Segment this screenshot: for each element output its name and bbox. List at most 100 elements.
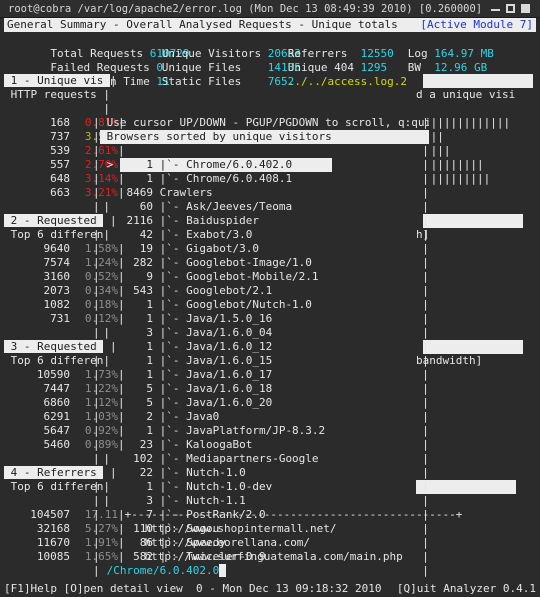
dialog-row-body: 110 |`- Sogou [100,522,429,536]
browser-entry[interactable]: 1 |`- JavaPlatform/JP-8.3.2 [120,424,332,437]
dialog-border-left: | [93,480,100,493]
dialog-list-item[interactable]: | 1 |`- Googlebot/Nutch-1.0 [93,298,429,312]
dialog-list-item[interactable]: | 1 |`- Nutch-1.0-dev [93,480,429,494]
right-fragment: ||||||||| [431,172,491,186]
dialog-list-item[interactable]: | 22 |`- Nutch-1.0 [93,466,429,480]
dialog-list-item[interactable]: | > 1 |`- Chrome/6.0.402.0 [93,158,429,172]
browser-entry[interactable]: 5 |`- Java/1.6.0_20 [120,396,332,409]
browser-entry[interactable]: 1 |`- Java/1.6.0_12 [120,340,332,353]
dialog-list-item[interactable]: | 282 |`- Googlebot-Image/1.0 [93,256,429,270]
browser-entry[interactable]: 1 |`- Chrome/6.0.408.1 [120,172,332,185]
browser-entry[interactable]: 3 |`- Nutch-1.1 [120,494,332,507]
browser-entry[interactable]: 60 |`- Ask/Jeeves/Teoma [120,200,332,213]
right-fragment: |||||||| [431,158,484,172]
browser-entry[interactable]: 1 |`- Googlebot/Nutch-1.0 [120,298,332,311]
right-fragment [422,214,523,228]
dialog-list-item[interactable]: | 9 |`- Googlebot-Mobile/2.1 [93,270,429,284]
browser-entry[interactable]: 1 |`- Chrome/6.0.402.0 [119,158,332,172]
dialog-row-body: 1 |`- Java/1.6.0_12 [100,340,429,354]
dialog-list-item[interactable]: | 582 |`- Twiceler-0.9 [93,550,429,564]
dialog-list-item[interactable]: | 1 |`- JavaPlatform/JP-8.3.2 [93,424,429,438]
stat-count: 32168 [17,522,70,535]
section-header[interactable]: 2 - Requested [4,214,104,227]
dialog-list-item[interactable]: | 5 |`- Java/1.6.0_18 [93,382,429,396]
browser-entry[interactable]: 543 |`- Googlebot/2.1 [120,284,332,297]
dialog-row-body: 2116 |`- Baiduspider [100,214,429,228]
stat-count: 7447 [17,382,71,395]
stat-count: 2073 [17,284,71,297]
section-header[interactable]: 3 - Requested [4,340,104,353]
browser-entry[interactable]: 9 |`- Googlebot-Mobile/2.1 [120,270,332,283]
selection-marker [100,466,120,479]
browser-entry[interactable]: 23 |`- KaloogaBot [120,438,332,451]
dialog-list-item[interactable]: | 2 |`- Java0 [93,410,429,424]
panel-divider: | [103,102,110,115]
dialog-border-left: | [93,284,100,297]
stat-count: 10590 [17,368,70,381]
browser-entry[interactable]: 1 |`- Java/1.5.0_16 [120,312,332,325]
dialog-list-item[interactable]: | 5 |`- Java/1.6.0_20 [93,396,429,410]
browser-entry[interactable]: 42 |`- Exabot/3.0 [120,228,332,241]
dialog-list-item[interactable]: | 23 |`- KaloogaBot [93,438,429,452]
dialog-row-body: 543 |`- Googlebot/2.1 [100,284,429,298]
dialog-list-item[interactable]: | 8469 Crawlers [93,186,429,200]
unique-404-value: 1295 [360,61,388,74]
dialog-border-left: | [93,522,100,535]
browser-entry[interactable]: 3 |`- Java/1.6.0_04 [120,326,332,339]
browser-entry[interactable]: 2116 |`- Baiduspider [120,214,332,227]
search-input[interactable]: /Chrome/6.0.402.0 [100,564,220,577]
selection-marker [100,298,120,311]
dialog-list-item[interactable]: | 1 |`- Java/1.6.0_15 [93,354,429,368]
dialog-list-item[interactable]: | 1 |`- Chrome/6.0.408.1 [93,172,429,186]
stat-count: 731 [17,312,70,325]
selection-marker [100,522,120,535]
browser-entry[interactable]: 2 |`- Java0 [120,410,332,423]
dialog-border-left: | [93,186,100,199]
browser-entry[interactable]: 102 |`- Mediapartners-Google [120,452,332,465]
dialog-list-item[interactable]: | 42 |`- Exabot/3.0 [93,228,429,242]
dialog-list-item[interactable]: | 2116 |`- Baiduspider [93,214,429,228]
dialog-border-left: | [93,242,100,255]
dialog-list-item[interactable]: | 3 |`- Java/1.6.0_04 [93,326,429,340]
dialog-list-item[interactable]: | 60 |`- Ask/Jeeves/Teoma [93,200,429,214]
right-text: || [430,130,444,143]
browser-entry[interactable]: 110 |`- Sogou [120,522,332,535]
browser-entry[interactable]: 19 |`- Gigabot/3.0 [120,242,332,255]
dialog-row-body: 23 |`- KaloogaBot [100,438,429,452]
dialog-border-left: | [93,312,100,325]
dialog-list-item[interactable]: | 102 |`- Mediapartners-Google [93,452,429,466]
browser-entry[interactable]: 22 |`- Nutch-1.0 [120,466,332,479]
browsers-dialog[interactable]: | Use cursor UP/DOWN - PGUP/PGDOWN to sc… [93,116,429,578]
section-header[interactable]: 1 - Unique vis [4,74,110,87]
dialog-list-item[interactable]: | 1 |`- Java/1.5.0_16 [93,312,429,326]
maximize-icon[interactable] [506,4,515,13]
section-subtitle: Top 6 differen [4,228,104,241]
browser-entry[interactable]: 8469 Crawlers [120,186,332,199]
browser-entry[interactable]: 86 |`- Speedy [120,536,332,549]
dialog-row-body: Use cursor UP/DOWN - PGUP/PGDOWN to scro… [100,116,429,130]
dialog-row-body: 19 |`- Gigabot/3.0 [100,242,429,256]
dialog-list-item[interactable]: | 19 |`- Gigabot/3.0 [93,242,429,256]
close-icon[interactable] [521,4,530,13]
minimize-icon[interactable] [491,9,500,11]
browser-entry[interactable]: 7 |`- PostRank/2.0 [120,508,332,521]
dialog-border-left: | [93,214,100,227]
dialog-list-item[interactable]: | 86 |`- Speedy [93,536,429,550]
browser-entry[interactable]: 582 |`- Twiceler-0.9 [120,550,332,563]
dialog-list-item[interactable]: | 110 |`- Sogou [93,522,429,536]
terminal-screen[interactable]: General Summary - Overall Analysed Reque… [0,18,540,597]
browser-entry[interactable]: 1 |`- Java/1.6.0_15 [120,354,332,367]
dialog-list-item[interactable]: | 1 |`- Java/1.6.0_17 [93,368,429,382]
section-header[interactable]: 4 - Referrers [4,466,104,479]
selection-marker [100,382,120,395]
browser-entry[interactable]: 282 |`- Googlebot-Image/1.0 [120,256,332,269]
module-bar-title: General Summary - Overall Analysed Reque… [7,18,398,31]
dialog-list-item[interactable]: | 3 |`- Nutch-1.1 [93,494,429,508]
browser-entry[interactable]: 1 |`- Java/1.6.0_17 [120,368,332,381]
browser-entry[interactable]: 1 |`- Nutch-1.0-dev [120,480,332,493]
dialog-search-row[interactable]: | /Chrome/6.0.402.0 [93,564,429,578]
dialog-list-item[interactable]: | 543 |`- Googlebot/2.1 [93,284,429,298]
dialog-list-item[interactable]: | 1 |`- Java/1.6.0_12 [93,340,429,354]
dialog-list-item[interactable]: | 7 |`- PostRank/2.0 [93,508,429,522]
browser-entry[interactable]: 5 |`- Java/1.6.0_18 [120,382,332,395]
